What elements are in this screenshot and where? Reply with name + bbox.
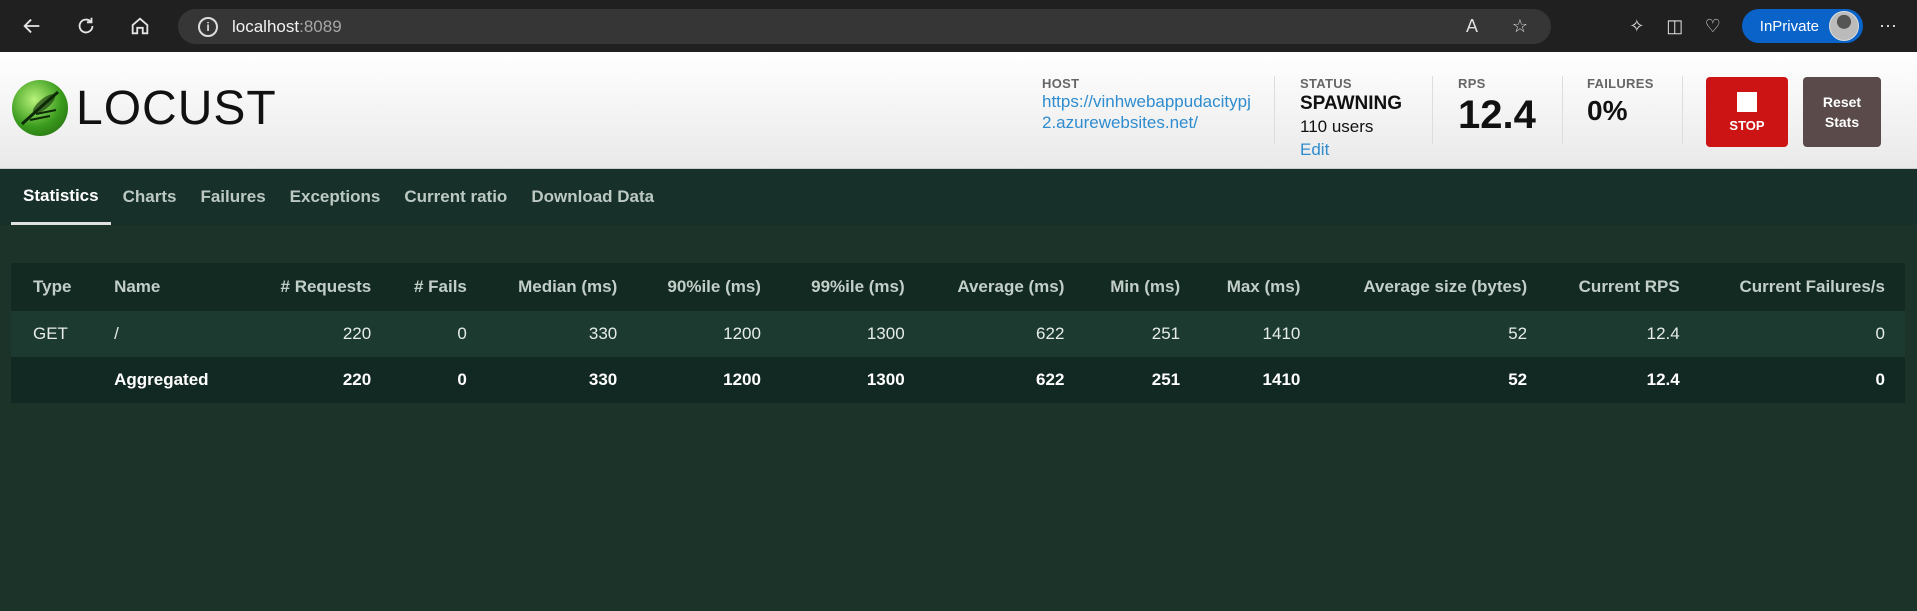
table-cell: 1300 bbox=[866, 370, 905, 389]
inprivate-button[interactable]: InPrivate bbox=[1741, 9, 1863, 43]
locust-logo-icon bbox=[12, 80, 68, 136]
back-arrow-icon bbox=[23, 18, 40, 34]
site-info-icon[interactable]: i bbox=[198, 16, 218, 37]
divider bbox=[1274, 76, 1275, 144]
locust-logo: LOCUST bbox=[12, 80, 277, 136]
divider bbox=[1562, 76, 1563, 144]
edit-link[interactable]: Edit bbox=[1300, 140, 1402, 160]
statistics-panel: Type Name # Requests # Fails Median (ms)… bbox=[0, 225, 1917, 611]
table-cell: GET bbox=[33, 324, 68, 343]
failures-value: 0% bbox=[1587, 95, 1628, 126]
profile-avatar bbox=[1829, 11, 1859, 41]
failures-label: FAILURES bbox=[1587, 76, 1654, 91]
divider bbox=[1432, 76, 1433, 144]
host-box: HOST https://vinhwebappudacitypj2.azurew… bbox=[1042, 76, 1252, 133]
tab-current-ratio[interactable]: Current ratio bbox=[392, 169, 519, 225]
column-header[interactable]: Max (ms) bbox=[1200, 263, 1320, 311]
url-port: :8089 bbox=[299, 16, 342, 36]
table-cell: 12.4 bbox=[1646, 370, 1680, 389]
address-bar[interactable]: i localhost:8089 A ☆ bbox=[178, 9, 1551, 44]
tab-exceptions[interactable]: Exceptions bbox=[278, 169, 393, 225]
back-button[interactable] bbox=[16, 10, 48, 42]
column-header[interactable]: Average size (bytes) bbox=[1320, 263, 1547, 311]
logo-text: LOCUST bbox=[76, 81, 277, 135]
status-box: STATUS SPAWNING 110 users Edit bbox=[1300, 76, 1402, 160]
table-cell: 330 bbox=[588, 324, 618, 343]
host-label: HOST bbox=[1042, 76, 1080, 91]
rps-label: RPS bbox=[1458, 76, 1486, 91]
column-header[interactable]: Median (ms) bbox=[487, 263, 637, 311]
favorite-star-icon[interactable]: ☆ bbox=[1509, 16, 1531, 38]
read-aloud-icon[interactable]: A bbox=[1461, 16, 1483, 38]
tab-bar: Statistics Charts Failures Exceptions Cu… bbox=[0, 169, 1917, 225]
divider bbox=[1682, 76, 1683, 144]
url-host: localhost bbox=[232, 16, 300, 36]
rps-box: RPS 12.4 bbox=[1458, 76, 1536, 135]
stats-label: Stats bbox=[1824, 114, 1860, 130]
column-header[interactable]: Min (ms) bbox=[1084, 263, 1200, 311]
table-cell: / bbox=[114, 324, 119, 343]
column-header[interactable]: Current Failures/s bbox=[1700, 263, 1905, 311]
refresh-icon bbox=[78, 17, 94, 34]
reset-label: Reset bbox=[1822, 94, 1862, 110]
refresh-button[interactable] bbox=[70, 10, 102, 42]
browser-toolbar: i localhost:8089 A ☆ ✧ ◫ ♡ InPrivate ⋯ bbox=[0, 0, 1917, 52]
column-header[interactable]: 99%ile (ms) bbox=[781, 263, 925, 311]
more-options-icon[interactable]: ⋯ bbox=[1869, 7, 1907, 45]
table-cell: 1200 bbox=[723, 324, 761, 343]
inprivate-label: InPrivate bbox=[1759, 17, 1819, 35]
reset-stats-button[interactable]: Reset Stats bbox=[1803, 77, 1881, 147]
table-cell: 330 bbox=[588, 370, 618, 389]
table-cell: 251 bbox=[1151, 370, 1181, 389]
tab-failures[interactable]: Failures bbox=[188, 169, 277, 225]
stop-icon bbox=[1737, 91, 1757, 112]
table-cell: 1200 bbox=[723, 370, 761, 389]
split-screen-icon[interactable]: ◫ bbox=[1656, 7, 1694, 45]
tab-download-data[interactable]: Download Data bbox=[519, 169, 666, 225]
column-header[interactable]: # Fails bbox=[391, 263, 487, 311]
table-cell: 0 bbox=[1875, 324, 1885, 343]
table-cell bbox=[11, 357, 106, 403]
table-cell: 1300 bbox=[866, 324, 905, 343]
stats-table: Type Name # Requests # Fails Median (ms)… bbox=[11, 263, 1905, 403]
failures-box: FAILURES 0% bbox=[1587, 76, 1654, 127]
table-row: GET / 220 0 330 1200 1300 622 251 1410 5… bbox=[11, 311, 1905, 357]
table-cell: 1410 bbox=[1262, 370, 1301, 389]
column-header[interactable]: Name bbox=[106, 263, 251, 311]
table-cell: 0 bbox=[1875, 370, 1885, 389]
browser-essentials-icon[interactable]: ♡ bbox=[1694, 7, 1732, 45]
column-header[interactable]: # Requests bbox=[251, 263, 391, 311]
table-cell: 52 bbox=[1508, 370, 1528, 389]
table-cell: 220 bbox=[342, 370, 372, 389]
table-cell: 622 bbox=[1036, 324, 1065, 343]
table-cell: Aggregated bbox=[114, 370, 209, 389]
home-button[interactable] bbox=[124, 10, 156, 42]
column-header[interactable]: Type bbox=[11, 263, 106, 311]
table-cell: 220 bbox=[342, 324, 372, 343]
user-count: 110 users bbox=[1300, 117, 1374, 136]
table-cell: 12.4 bbox=[1646, 324, 1680, 343]
home-icon bbox=[131, 17, 149, 35]
table-cell: 251 bbox=[1151, 324, 1181, 343]
table-cell: 0 bbox=[457, 370, 467, 389]
rps-value: 12.4 bbox=[1458, 93, 1536, 137]
column-header[interactable]: Current RPS bbox=[1547, 263, 1700, 311]
status-label: STATUS bbox=[1300, 76, 1352, 91]
tab-charts[interactable]: Charts bbox=[111, 169, 189, 225]
table-cell: 1410 bbox=[1262, 324, 1301, 343]
extensions-icon[interactable]: ✧ bbox=[1618, 7, 1656, 45]
status-value: SPAWNING bbox=[1300, 93, 1403, 114]
tab-statistics[interactable]: Statistics bbox=[11, 169, 111, 225]
stop-button[interactable]: STOP bbox=[1706, 77, 1788, 147]
aggregated-row: Aggregated 220 0 330 1200 1300 622 251 1… bbox=[11, 357, 1905, 403]
locust-header: LOCUST HOST https://vinhwebappudacitypj2… bbox=[0, 52, 1917, 169]
table-cell: 0 bbox=[457, 324, 467, 343]
stop-label: STOP bbox=[1729, 117, 1765, 133]
host-url-link[interactable]: https://vinhwebappudacitypj2.azurewebsit… bbox=[1042, 91, 1252, 133]
table-cell: 622 bbox=[1036, 370, 1065, 389]
table-cell: 52 bbox=[1508, 324, 1528, 343]
table-header-row: Type Name # Requests # Fails Median (ms)… bbox=[11, 263, 1905, 311]
column-header[interactable]: 90%ile (ms) bbox=[637, 263, 781, 311]
column-header[interactable]: Average (ms) bbox=[925, 263, 1085, 311]
